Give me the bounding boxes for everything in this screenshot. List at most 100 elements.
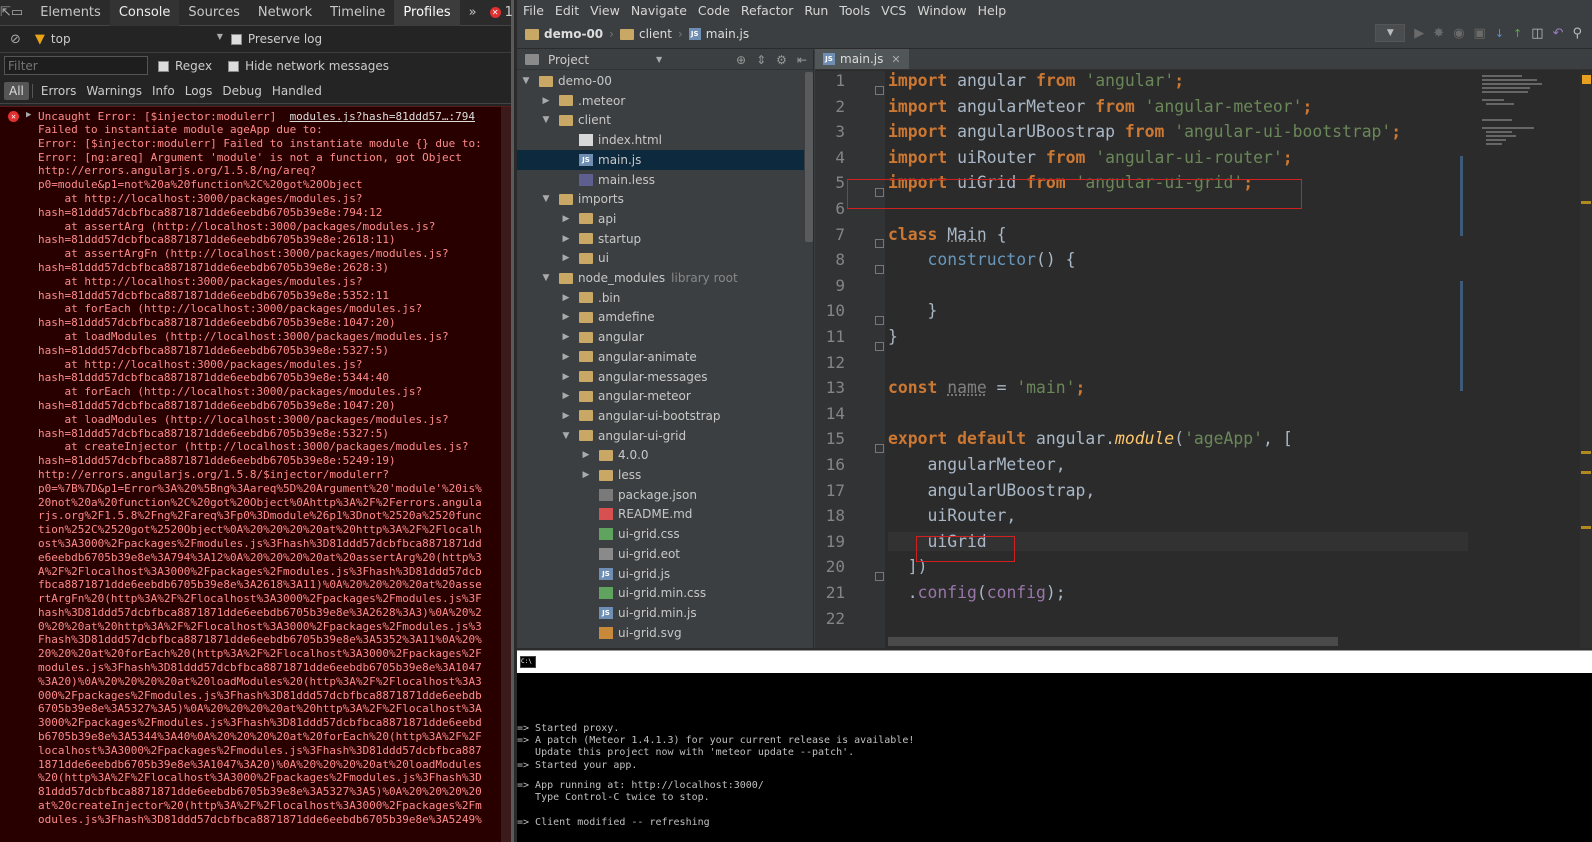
warning-mark[interactable] — [1581, 201, 1591, 204]
expand-arrow-icon[interactable]: ▶ — [561, 234, 571, 244]
expand-arrow-icon[interactable]: ▶ — [561, 391, 571, 401]
collapse-arrow-icon[interactable]: ▼ — [541, 273, 551, 283]
editor-horizontal-scrollbar[interactable] — [888, 637, 1338, 646]
expand-arrow-icon[interactable]: ▶ — [561, 352, 571, 362]
expand-triangle-icon[interactable]: ▶ — [26, 110, 31, 120]
expand-arrow-icon[interactable]: ▶ — [561, 411, 571, 421]
tree-item[interactable]: ▼ angular-ui-grid — [517, 426, 804, 446]
menu-edit[interactable]: Edit — [549, 3, 584, 18]
tree-item[interactable]: ▶ startup — [517, 229, 804, 249]
collapse-arrow-icon[interactable]: ▼ — [521, 76, 531, 86]
tree-item[interactable]: ▼ imports — [517, 189, 804, 209]
tab-network[interactable]: Network — [249, 0, 321, 26]
level-handled[interactable]: Handled — [267, 82, 327, 100]
tree-item[interactable]: ▶ ui — [517, 248, 804, 268]
tab-sources[interactable]: Sources — [179, 0, 248, 26]
hide-network-toggle[interactable]: Hide network messages — [228, 59, 389, 73]
regex-toggle[interactable]: Regex — [158, 59, 212, 73]
level-warnings[interactable]: Warnings — [81, 82, 147, 100]
fold-marker-icon[interactable] — [875, 572, 884, 581]
more-tabs-button[interactable]: » — [460, 0, 486, 26]
menu-tools[interactable]: Tools — [833, 3, 875, 18]
collapse-arrow-icon[interactable]: ▼ — [541, 194, 551, 204]
collapse-arrow-icon[interactable]: ▼ — [561, 431, 571, 441]
tree-item[interactable]: ui-grid.svg — [517, 623, 804, 643]
error-message-head[interactable]: ✕ ▶ Uncaught Error: [$injector:modulerr]… — [0, 107, 511, 123]
context-select[interactable]: top ▼ — [51, 32, 231, 46]
fold-marker-icon[interactable] — [875, 316, 884, 325]
terminal-window[interactable]: => Started proxy. => A patch (Meteor 1.4.… — [517, 673, 1592, 842]
breadcrumb-folder[interactable]: client — [639, 27, 672, 41]
regex-checkbox[interactable] — [158, 60, 169, 72]
collapse-icon[interactable]: ⇕ — [756, 53, 766, 67]
hide-panel-icon[interactable]: ⇤ — [797, 53, 807, 67]
coverage-icon[interactable]: ◉ — [1453, 26, 1464, 41]
tab-elements[interactable]: Elements — [31, 0, 110, 26]
tree-item[interactable]: ▶ .bin — [517, 288, 804, 308]
tab-profiles[interactable]: Profiles — [394, 0, 460, 26]
search-icon[interactable]: ⚲ — [1572, 26, 1582, 41]
expand-arrow-icon[interactable]: ▶ — [561, 312, 571, 322]
expand-arrow-icon[interactable]: ▶ — [561, 293, 571, 303]
filter-icon[interactable]: ▼ — [35, 32, 45, 47]
expand-arrow-icon[interactable]: ▶ — [541, 96, 551, 106]
dropdown-arrow-icon[interactable]: ▼ — [656, 55, 662, 64]
tree-item[interactable]: ▶ angular-animate — [517, 347, 804, 367]
expand-arrow-icon[interactable]: ▶ — [561, 253, 571, 263]
tree-item[interactable]: README.md — [517, 504, 804, 524]
menu-file[interactable]: File — [517, 3, 549, 18]
tree-item[interactable]: index.html — [517, 130, 804, 150]
tab-console[interactable]: Console — [109, 0, 180, 26]
tree-item[interactable]: JS ui-grid.js — [517, 564, 804, 584]
warning-mark[interactable] — [1581, 471, 1591, 474]
menu-vcs[interactable]: VCS — [875, 3, 911, 18]
expand-arrow-icon[interactable]: ▶ — [561, 372, 571, 382]
tree-item[interactable]: ▶ .meteor — [517, 91, 804, 111]
fold-marker-icon[interactable] — [875, 86, 884, 95]
error-stripe[interactable] — [1580, 71, 1592, 648]
warning-mark[interactable] — [1581, 526, 1591, 529]
filter-input[interactable] — [4, 56, 148, 75]
tree-item[interactable]: JS ui-grid.min.js — [517, 603, 804, 623]
preserve-log-checkbox[interactable] — [230, 34, 242, 45]
tab-timeline[interactable]: Timeline — [321, 0, 394, 26]
tree-item[interactable]: ▶ amdefine — [517, 307, 804, 327]
expand-arrow-icon[interactable]: ▶ — [581, 450, 591, 460]
vcs-commit-icon[interactable]: ↑ — [1513, 27, 1522, 40]
level-logs[interactable]: Logs — [180, 82, 218, 100]
run-icon[interactable]: ▶ — [1414, 26, 1424, 41]
level-all[interactable]: All — [4, 81, 29, 100]
locate-icon[interactable]: ⊕ — [736, 53, 746, 67]
expand-arrow-icon[interactable]: ▶ — [561, 214, 571, 224]
tree-item[interactable]: ui-grid.min.css — [517, 583, 804, 603]
tree-item[interactable]: main.less — [517, 170, 804, 190]
tree-item[interactable]: ▶ angular-meteor — [517, 386, 804, 406]
tree-item[interactable]: JS main.js — [517, 149, 804, 170]
preserve-log-toggle[interactable]: Preserve log — [230, 32, 322, 46]
error-count-badge[interactable]: ✕ 1 — [489, 5, 513, 20]
collapse-arrow-icon[interactable]: ▼ — [541, 115, 551, 125]
project-scrollbar[interactable] — [805, 72, 813, 242]
menu-view[interactable]: View — [584, 3, 625, 18]
close-tab-icon[interactable]: ✕ — [891, 53, 900, 66]
tree-item[interactable]: package.json — [517, 485, 804, 505]
run-config-select[interactable]: ▼ — [1375, 24, 1406, 42]
level-debug[interactable]: Debug — [217, 82, 266, 100]
fold-marker-icon[interactable] — [875, 342, 884, 351]
debug-icon[interactable]: ✸ — [1433, 26, 1444, 41]
tree-item[interactable]: ▶ angular-ui-bootstrap — [517, 406, 804, 426]
error-source-link[interactable]: modules.js?hash=81ddd57…:794 — [290, 110, 475, 123]
hide-network-checkbox[interactable] — [228, 60, 240, 72]
tree-item[interactable]: ui-grid.eot — [517, 544, 804, 564]
tree-item[interactable]: ▶ angular-messages — [517, 367, 804, 387]
project-view-select[interactable]: Project — [548, 53, 648, 67]
expand-arrow-icon[interactable]: ▶ — [581, 470, 591, 480]
menu-navigate[interactable]: Navigate — [625, 3, 692, 18]
level-errors[interactable]: Errors — [36, 82, 82, 100]
editor-tab-main-js[interactable]: JS main.js ✕ — [815, 49, 909, 69]
fold-marker-icon[interactable] — [875, 239, 884, 248]
menu-help[interactable]: Help — [972, 3, 1012, 18]
console-scrollbar[interactable] — [501, 107, 511, 842]
revert-icon[interactable]: ↶ — [1553, 26, 1564, 41]
settings-gear-icon[interactable]: ⚙ — [776, 53, 787, 67]
